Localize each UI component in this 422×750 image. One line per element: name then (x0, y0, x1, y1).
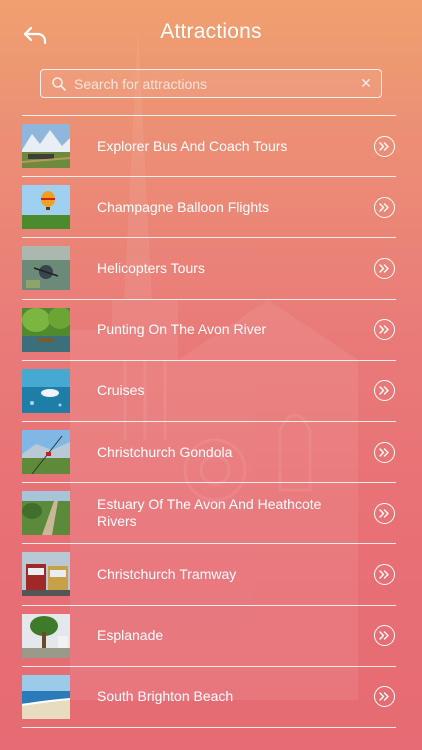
list-item[interactable]: Christchurch Gondola (22, 422, 396, 484)
thumbnail-image (22, 368, 70, 413)
header: Attractions (0, 0, 422, 66)
list-item[interactable]: Cruises (22, 361, 396, 422)
thumbnail-image (22, 552, 70, 597)
clear-icon[interactable]: ✕ (351, 70, 381, 97)
item-label: Estuary Of The Avon And Heathcote Rivers (97, 496, 322, 530)
thumbnail-image (22, 185, 70, 230)
attractions-list: Explorer Bus And Coach Tours Champagne B… (22, 115, 396, 728)
search-icon (44, 70, 74, 97)
thumbnail-image (22, 430, 70, 475)
item-label: Cruises (97, 382, 145, 399)
item-label: Esplanade (97, 627, 164, 644)
list-item[interactable]: Explorer Bus And Coach Tours (22, 116, 396, 178)
chevron-right-icon[interactable] (374, 257, 395, 279)
item-label: Punting On The Avon River (97, 321, 267, 338)
list-item[interactable]: Christchurch Tramway (22, 544, 396, 606)
chevron-right-icon[interactable] (374, 502, 395, 524)
search-input[interactable] (74, 70, 351, 97)
list-item[interactable]: Estuary Of The Avon And Heathcote Rivers (22, 483, 396, 545)
item-label: Champagne Balloon Flights (97, 198, 269, 215)
page-title: Attractions (160, 20, 262, 43)
thumbnail-image (22, 124, 70, 169)
thumbnail-image (22, 613, 70, 658)
chevron-right-icon[interactable] (374, 196, 395, 218)
list-item[interactable]: Punting On The Avon River (22, 300, 396, 361)
thumbnail-image (22, 491, 70, 536)
chevron-right-icon[interactable] (374, 319, 395, 341)
chevron-right-icon[interactable] (374, 135, 395, 157)
list-item[interactable]: South Brighton Beach (22, 667, 396, 728)
list-item[interactable]: Helicopters Tours (22, 238, 396, 300)
list-item[interactable]: Esplanade (22, 606, 396, 667)
thumbnail-image (22, 246, 70, 291)
thumbnail-image (22, 307, 70, 352)
item-label: Helicopters Tours (97, 259, 205, 276)
chevron-right-icon[interactable] (374, 625, 395, 647)
chevron-right-icon[interactable] (374, 380, 395, 402)
chevron-right-icon[interactable] (374, 441, 395, 463)
item-label: Explorer Bus And Coach Tours (97, 137, 288, 154)
item-label: Christchurch Tramway (97, 565, 237, 582)
chevron-right-icon[interactable] (374, 563, 395, 585)
item-label: Christchurch Gondola (97, 443, 233, 460)
thumbnail-image (22, 674, 70, 719)
item-label: South Brighton Beach (97, 688, 234, 705)
search-bar[interactable]: ✕ (40, 69, 382, 98)
list-item[interactable]: Champagne Balloon Flights (22, 177, 396, 239)
chevron-right-icon[interactable] (374, 686, 395, 708)
